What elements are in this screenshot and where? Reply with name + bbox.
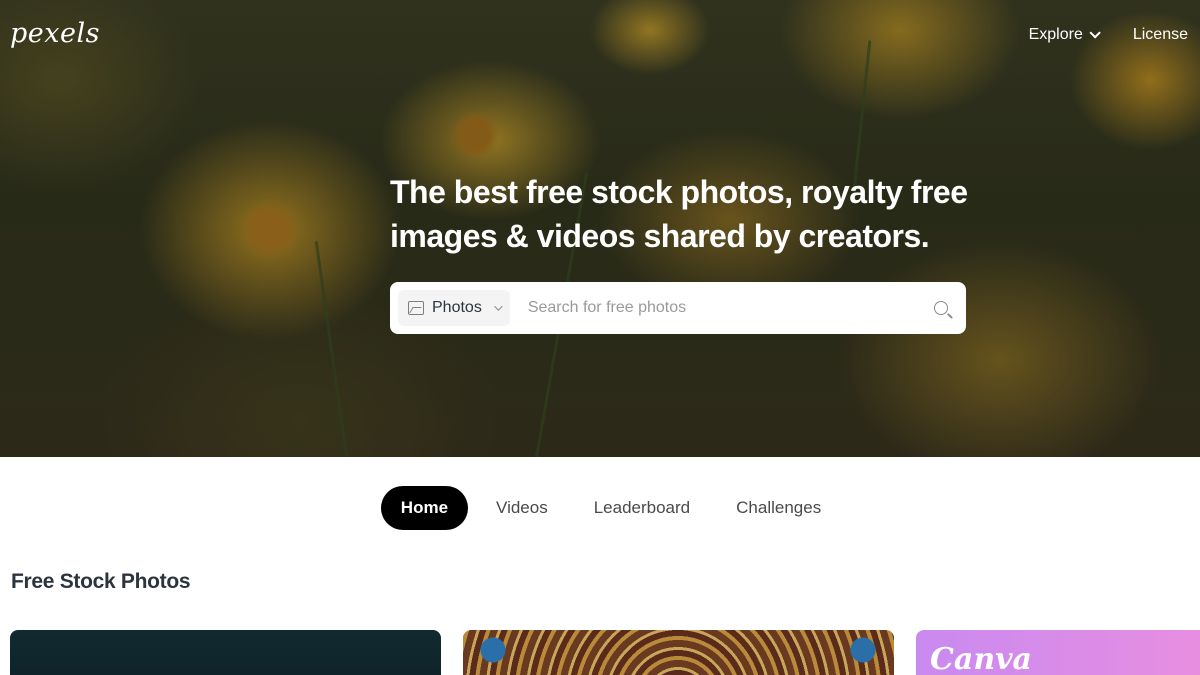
tab-videos[interactable]: Videos [478,486,566,530]
search-icon [934,301,948,315]
photo-card[interactable] [10,630,441,675]
search-type-dropdown[interactable]: Photos [398,290,510,326]
explore-label: Explore [1028,26,1083,43]
chevron-down-icon [1089,27,1101,39]
photo-card[interactable] [463,630,894,675]
search-button[interactable] [916,282,966,334]
hero-headline: The best free stock photos, royalty free… [390,174,968,254]
image-icon [408,301,424,315]
tab-leaderboard[interactable]: Leaderboard [576,486,708,530]
chevron-down-icon [493,302,503,311]
canva-ad-card[interactable]: Canva [916,630,1200,675]
search-bar: Photos [390,282,966,334]
top-navigation: Explore License [1029,26,1188,44]
tab-challenges[interactable]: Challenges [718,486,839,530]
explore-menu[interactable]: Explore [1028,26,1101,44]
canva-logo: Canva [930,642,1032,675]
license-link[interactable]: License [1133,26,1188,44]
section-tabs: Home Videos Leaderboard Challenges [0,486,1200,530]
license-label: License [1132,26,1188,43]
section-title: Free Stock Photos [11,570,191,593]
search-input[interactable] [509,282,916,334]
tab-home[interactable]: Home [380,486,469,530]
search-type-label: Photos [432,299,482,316]
hero-banner: pexels Explore License The best free sto… [0,0,1200,457]
pexels-logo[interactable]: pexels [10,18,100,49]
